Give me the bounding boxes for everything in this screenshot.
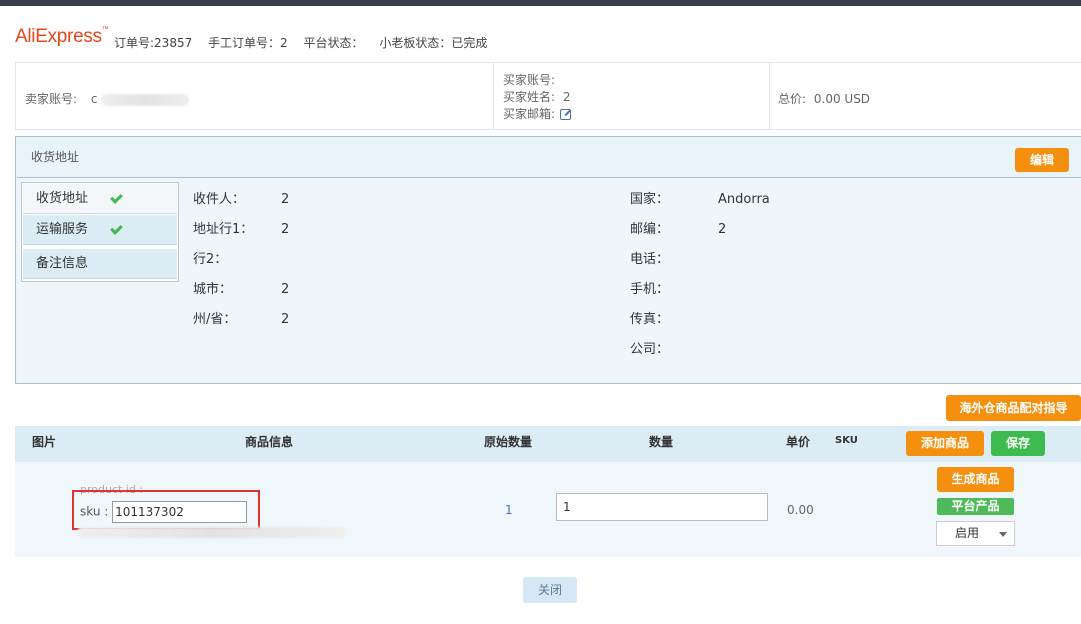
field-phone: 电话： xyxy=(630,248,718,267)
field-fax: 传真： xyxy=(630,308,718,327)
total-cell: 总价: 0.00 USD xyxy=(770,63,1081,129)
warehouse-pairing-guide-button[interactable]: 海外仓商品配对指导 xyxy=(946,395,1081,421)
tab-label: 收货地址 xyxy=(36,191,89,206)
header-image: 图片 xyxy=(32,435,57,449)
close-button[interactable]: 关闭 xyxy=(523,577,577,603)
platform-status: 平台状态： xyxy=(303,36,364,50)
tab-label: 运输服务 xyxy=(36,222,89,237)
total-label: 总价: xyxy=(778,92,807,106)
check-icon xyxy=(110,222,123,235)
tab-shipping-address[interactable]: 收货地址 xyxy=(23,184,177,214)
field-state: 州/省： 2 xyxy=(193,308,289,327)
edit-email-icon[interactable] xyxy=(560,109,572,120)
edit-button[interactable]: 编辑 xyxy=(1015,148,1069,172)
logo-text: AliExpress xyxy=(15,26,102,47)
chevron-down-icon xyxy=(999,532,1007,537)
field-label: 电话： xyxy=(630,252,670,267)
table-row: product id : sku : 1 0.00 生成商品 平台产品 启用 xyxy=(15,462,1081,557)
shipping-address-panel: 收货地址 编辑 收货地址 运输服务 备注信息 收件人： 2 地址行1： 2 行2： … xyxy=(15,136,1081,384)
tab-notes[interactable]: 备注信息 xyxy=(23,249,177,279)
field-value: 2 xyxy=(281,282,290,297)
seller-value: c xyxy=(90,92,98,106)
field-value: 2 xyxy=(281,312,290,327)
redacted-seller xyxy=(101,93,190,106)
product-table-header: 图片 商品信息 原始数量 数量 单价 SKU 添加商品 保存 xyxy=(15,426,1081,462)
add-product-button[interactable]: 添加商品 xyxy=(906,431,984,456)
status-select-value: 启用 xyxy=(955,526,980,540)
field-value: 2 xyxy=(718,222,727,237)
field-address-line2: 行2： xyxy=(193,248,281,267)
field-label: 城市： xyxy=(193,282,233,297)
field-mobile: 手机： xyxy=(630,278,718,297)
buyer-cell: 买家账号: 买家姓名: 2 买家邮箱: xyxy=(494,63,770,129)
total-value: 0.00 USD xyxy=(813,92,871,106)
quantity-input[interactable] xyxy=(556,493,768,521)
field-label: 传真： xyxy=(630,312,670,327)
original-quantity: 1 xyxy=(505,503,513,517)
field-label: 邮编： xyxy=(630,222,670,237)
field-city: 城市： 2 xyxy=(193,278,289,297)
header-quantity: 数量 xyxy=(649,435,674,449)
seller-cell: 卖家账号: c xyxy=(16,63,494,129)
redacted-product-name xyxy=(77,527,347,538)
field-label: 州/省： xyxy=(193,312,237,327)
address-body: 收货地址 运输服务 备注信息 收件人： 2 地址行1： 2 行2： 城市： 2 州/省… xyxy=(17,177,1081,383)
field-value: 2 xyxy=(281,192,290,207)
field-company: 公司： xyxy=(630,338,718,357)
buyer-account-label: 买家账号: xyxy=(503,73,556,87)
header-unit-price: 单价 xyxy=(786,435,811,449)
seller-label: 卖家账号: xyxy=(25,92,78,106)
field-value: Andorra xyxy=(718,192,770,207)
status-select[interactable]: 启用 xyxy=(936,521,1015,546)
field-label: 行2： xyxy=(193,252,228,267)
unit-price: 0.00 xyxy=(787,503,814,517)
buyer-name-label: 买家姓名: xyxy=(503,90,556,104)
header-sku: SKU xyxy=(835,435,858,446)
tab-label: 备注信息 xyxy=(36,256,89,271)
address-panel-title: 收货地址 xyxy=(31,150,80,164)
address-side-tabs: 收货地址 运输服务 备注信息 xyxy=(21,182,179,282)
header-product-info: 商品信息 xyxy=(245,435,294,449)
order-header: AliExpress™ 订单号:23857 手工订单号：2 平台状态： 小老板状… xyxy=(0,6,1081,62)
field-label: 地址行1： xyxy=(193,222,254,237)
field-recipient: 收件人： 2 xyxy=(193,188,289,207)
field-label: 国家： xyxy=(630,192,670,207)
order-number: 订单号:23857 xyxy=(114,36,193,50)
highlight-box xyxy=(72,490,260,530)
order-info-row: 卖家账号: c 买家账号: 买家姓名: 2 买家邮箱: 总价: 0.00 USD xyxy=(15,62,1081,130)
check-icon xyxy=(110,191,123,204)
field-address-line1: 地址行1： 2 xyxy=(193,218,289,237)
field-label: 手机： xyxy=(630,282,670,297)
save-button[interactable]: 保存 xyxy=(991,431,1045,456)
tab-shipping-service[interactable]: 运输服务 xyxy=(23,215,177,245)
field-zip: 邮编： 2 xyxy=(630,218,726,237)
field-country: 国家： Andorra xyxy=(630,188,770,207)
field-label: 收件人： xyxy=(193,192,246,207)
aliexpress-logo: AliExpress™ xyxy=(15,26,109,47)
platform-product-badge: 平台产品 xyxy=(937,498,1014,515)
field-label: 公司： xyxy=(630,342,670,357)
buyer-name-value: 2 xyxy=(562,90,571,104)
order-meta: 订单号:23857 手工订单号：2 平台状态： 小老板状态：已完成 xyxy=(114,34,499,51)
board-status: 小老板状态：已完成 xyxy=(379,36,488,50)
manual-order-number: 手工订单号：2 xyxy=(208,36,288,50)
generate-product-button[interactable]: 生成商品 xyxy=(937,467,1014,492)
field-value: 2 xyxy=(281,222,290,237)
buyer-email-label: 买家邮箱: xyxy=(503,107,556,121)
header-original-qty: 原始数量 xyxy=(484,435,533,449)
